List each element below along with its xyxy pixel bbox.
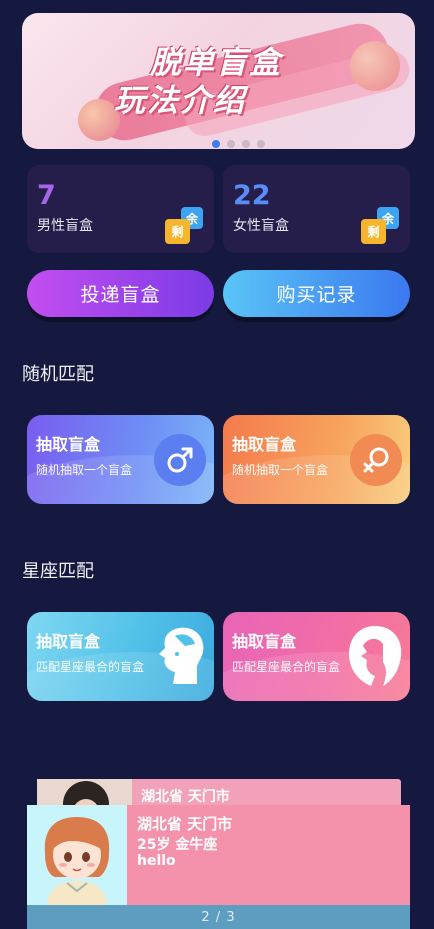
female-box-label: 女性盲盒: [233, 218, 289, 234]
carousel-dot[interactable]: [212, 140, 220, 148]
purchase-history-button[interactable]: 购买记录: [223, 270, 410, 317]
profile-pager: 2 / 3: [27, 905, 410, 929]
random-match-heading: 随机匹配: [22, 364, 94, 385]
avatar: [27, 805, 127, 905]
card-caption: 抽取盲盒: [36, 435, 101, 454]
card-caption: 抽取盲盒: [232, 632, 297, 651]
remaining-tag-sheng: 剩: [165, 219, 190, 244]
carousel-indicator: [212, 140, 265, 148]
draw-random-male-card[interactable]: 抽取盲盒 随机抽取一个盲盒: [27, 415, 214, 504]
card-subtitle: 匹配星座最合的盲盒: [36, 660, 145, 674]
profile-card[interactable]: 湖北省 天门市 25岁 金牛座 hello 2 / 3: [27, 805, 410, 929]
female-symbol-icon: [350, 434, 402, 486]
card-caption: 抽取盲盒: [232, 435, 297, 454]
female-profile-icon: [343, 622, 407, 694]
male-profile-icon: [153, 624, 211, 692]
male-symbol-icon: [154, 434, 206, 486]
carousel-dot[interactable]: [227, 140, 235, 148]
intro-banner[interactable]: 脱单盲盒 玩法介绍: [22, 13, 415, 149]
zodiac-match-heading: 星座匹配: [22, 561, 94, 582]
female-box-count: 22: [233, 180, 271, 211]
remaining-tag-sheng: 剩: [361, 219, 386, 244]
card-caption: 抽取盲盒: [36, 632, 101, 651]
female-box-stat: 22 女性盲盒 余 剩: [223, 165, 410, 253]
draw-zodiac-male-card[interactable]: 抽取盲盒 匹配星座最合的盲盒: [27, 612, 214, 701]
male-box-label: 男性盲盒: [37, 218, 93, 234]
planet-decoration-icon: [350, 41, 400, 91]
card-subtitle: 随机抽取一个盲盒: [232, 463, 329, 477]
profile-bio: hello: [137, 853, 176, 869]
male-box-stat: 7 男性盲盒 余 剩: [27, 165, 214, 253]
carousel-dot[interactable]: [242, 140, 250, 148]
profile-age-zodiac: 25岁 金牛座: [137, 837, 218, 853]
card-subtitle: 随机抽取一个盲盒: [36, 463, 133, 477]
deliver-box-button[interactable]: 投递盲盒: [27, 270, 214, 317]
banner-title-line2: 玩法介绍: [114, 83, 246, 119]
carousel-dot[interactable]: [257, 140, 265, 148]
profile-location: 湖北省 天门市: [137, 815, 233, 833]
draw-zodiac-female-card[interactable]: 抽取盲盒 匹配星座最合的盲盒: [223, 612, 410, 701]
male-box-count: 7: [37, 180, 56, 211]
draw-random-female-card[interactable]: 抽取盲盒 随机抽取一个盲盒: [223, 415, 410, 504]
profile-location: 湖北省 天门市: [141, 789, 230, 805]
card-subtitle: 匹配星座最合的盲盒: [232, 660, 341, 674]
